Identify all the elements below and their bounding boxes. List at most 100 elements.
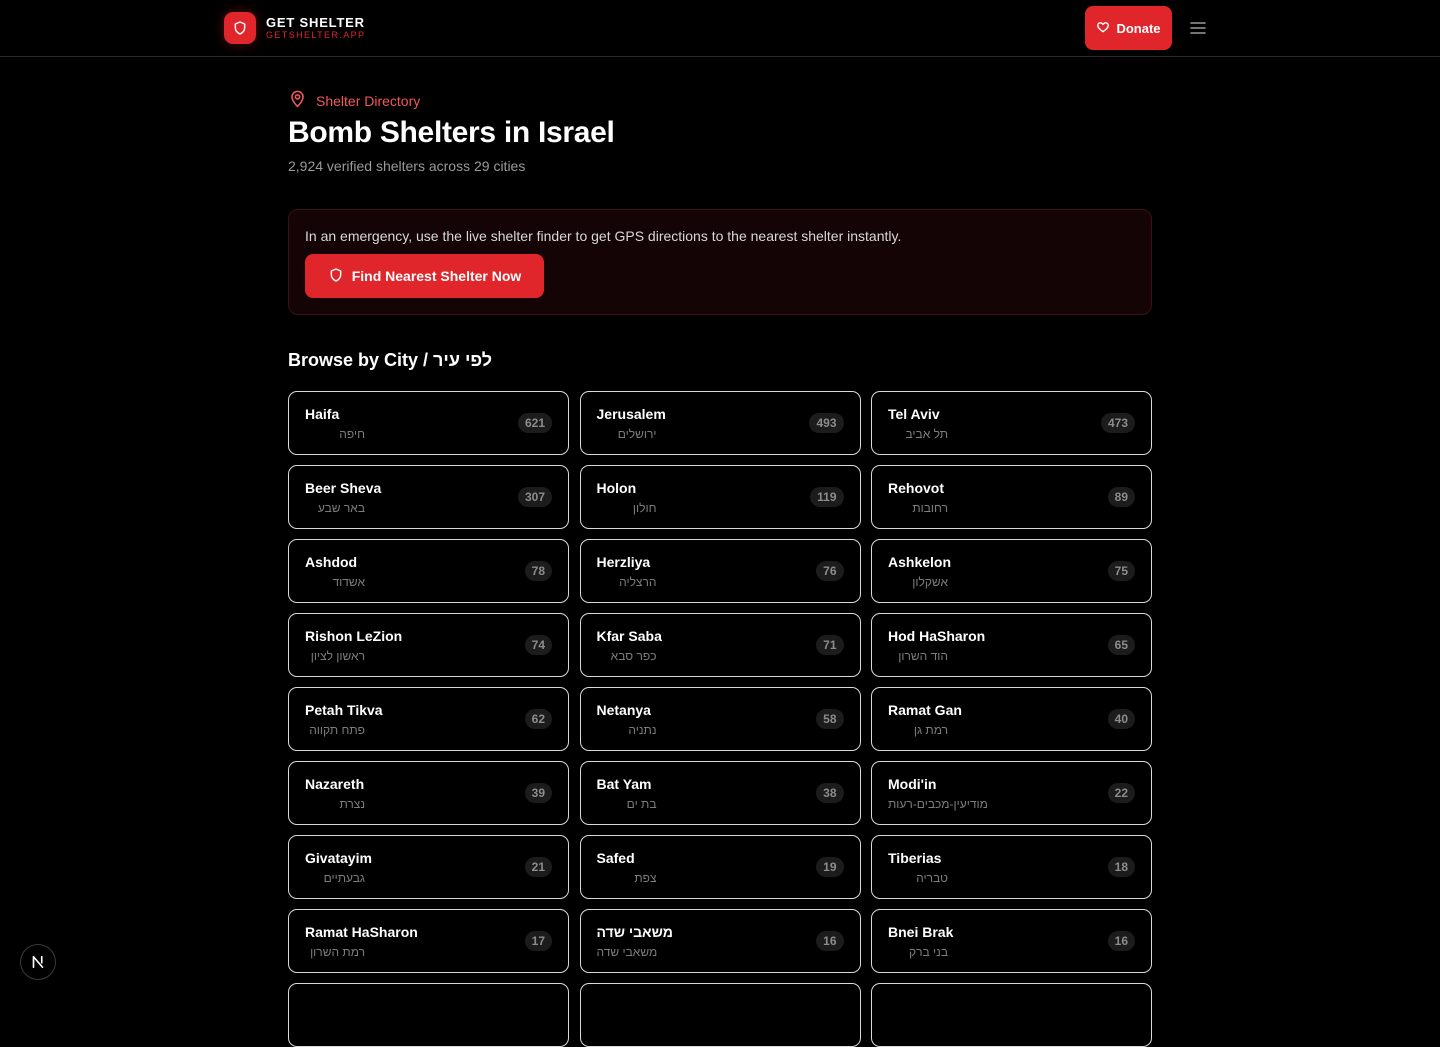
city-hebrew-name: חולון	[632, 501, 657, 515]
shield-icon	[328, 267, 344, 286]
city-name: Holon	[596, 480, 637, 496]
shelter-count-badge: 40	[1107, 709, 1135, 729]
shelter-count-badge: 22	[1107, 783, 1135, 803]
city-name: Tel Aviv	[888, 406, 940, 422]
shelter-count-badge: 76	[816, 561, 844, 581]
shelter-count-badge: 78	[524, 561, 552, 581]
shelter-count-badge: 307	[517, 487, 552, 507]
city-hebrew-name: אשקלון	[912, 575, 948, 589]
city-hebrew-name: טבריה	[916, 871, 948, 885]
city-name: Nazareth	[305, 776, 365, 792]
shelter-count-badge: 17	[524, 931, 552, 951]
find-nearest-shelter-button[interactable]: Find Nearest Shelter Now	[305, 254, 544, 298]
shelter-count-badge: 71	[816, 635, 844, 655]
city-hebrew-name: ראשון לציון	[310, 649, 365, 663]
city-name: Bnei Brak	[888, 924, 954, 940]
emergency-alert: In an emergency, use the live shelter fi…	[288, 209, 1152, 315]
city-card[interactable]: Hod HaSharon הוד השרון 65	[871, 613, 1152, 677]
city-card[interactable]: Ramat Gan רמת גן 40	[871, 687, 1152, 751]
city-card[interactable]: Rishon LeZion ראשון לציון 74	[288, 613, 569, 677]
breadcrumb: Shelter Directory	[288, 89, 420, 113]
city-name: Ashkelon	[888, 554, 952, 570]
city-hebrew-name: צפת	[634, 871, 657, 885]
city-card[interactable]: Ashkelon אשקלון 75	[871, 539, 1152, 603]
shelter-count-badge: 62	[524, 709, 552, 729]
city-card[interactable]: Herzliya הרצליה 76	[579, 539, 861, 603]
city-name: Bat Yam	[596, 776, 652, 792]
city-card[interactable]: Ramat HaSharon רמת השרון 17	[288, 909, 569, 973]
city-hebrew-name: הוד השרון	[898, 649, 948, 663]
city-card[interactable]	[871, 983, 1152, 1047]
city-name: Kfar Saba	[596, 628, 662, 644]
alert-text: In an emergency, use the live shelter fi…	[305, 228, 902, 244]
city-name: Petah Tikva	[305, 702, 383, 718]
city-card[interactable]: Bat Yam בת ים 38	[579, 761, 861, 825]
city-name: Haifa	[305, 406, 340, 422]
shelter-count-badge: 119	[810, 487, 844, 507]
city-card[interactable]: Kfar Saba כפר סבא 71	[579, 613, 861, 677]
city-card[interactable]: Tiberias טבריה 18	[871, 835, 1152, 899]
shelter-count-badge: 58	[816, 709, 844, 729]
city-hebrew-name: רמת השרון	[310, 945, 365, 959]
city-card[interactable]: Givatayim גבעתיים 21	[288, 835, 569, 899]
city-hebrew-name: נתניה	[628, 723, 657, 737]
city-card[interactable]: Rehovot רחובות 89	[871, 465, 1152, 529]
city-name: Netanya	[596, 702, 651, 718]
shelter-count-badge: 21	[524, 857, 552, 877]
city-card[interactable]: Ashdod אשדוד 78	[288, 539, 569, 603]
breadcrumb-label: Shelter Directory	[316, 93, 421, 109]
page-title: Bomb Shelters in Israel	[288, 116, 615, 149]
top-nav-bar: GET SHELTER GETSHELTER.APP Donate	[0, 0, 1440, 57]
brand-name: GET SHELTER	[266, 15, 365, 30]
city-card[interactable]: Jerusalem ירושלים 493	[579, 391, 861, 455]
shield-icon	[224, 12, 256, 44]
city-hebrew-name: רחובות	[912, 501, 948, 515]
city-card[interactable]: Safed צפת 19	[579, 835, 861, 899]
city-card[interactable]: משאבי שדה משאבי שדה 16	[579, 909, 861, 973]
city-card[interactable]	[579, 983, 861, 1047]
city-name: Givatayim	[305, 850, 372, 866]
nextjs-icon[interactable]	[20, 944, 56, 980]
donate-label: Donate	[1116, 20, 1161, 36]
donate-button[interactable]: Donate	[1085, 6, 1172, 50]
city-card[interactable]: Netanya נתניה 58	[579, 687, 861, 751]
find-nearest-shelter-label: Find Nearest Shelter Now	[351, 268, 522, 284]
city-hebrew-name: בני ברק	[909, 945, 948, 959]
shelter-count-badge: 473	[1100, 413, 1135, 433]
heart-icon	[1096, 20, 1110, 37]
city-card[interactable]: Holon חולון 119	[579, 465, 861, 529]
city-name: Rishon LeZion	[305, 628, 403, 644]
city-card[interactable]: Modi'in מודיעין-מכבים-רעות 22	[871, 761, 1152, 825]
city-hebrew-name: תל אביב	[905, 427, 948, 441]
city-name: Jerusalem	[596, 406, 666, 422]
city-card[interactable]: Bnei Brak בני ברק 16	[871, 909, 1152, 973]
city-hebrew-name: כפר סבא	[610, 649, 657, 663]
city-name: Hod HaSharon	[888, 628, 986, 644]
city-card[interactable]: Haifa חיפה 621	[288, 391, 569, 455]
city-name: Ramat Gan	[888, 702, 962, 718]
city-card[interactable]: Nazareth נצרת 39	[288, 761, 569, 825]
shelter-count-badge: 38	[816, 783, 844, 803]
city-name: משאבי שדה	[596, 924, 673, 940]
city-hebrew-name: באר שבע	[317, 501, 365, 515]
city-card[interactable]: Petah Tikva פתח תקווה 62	[288, 687, 569, 751]
map-pin-icon	[288, 89, 307, 113]
hamburger-menu-icon[interactable]	[1186, 16, 1210, 40]
city-name: Tiberias	[888, 850, 942, 866]
city-card[interactable]: Beer Sheva באר שבע 307	[288, 465, 569, 529]
city-name: Rehovot	[888, 480, 944, 496]
shelter-count-badge: 493	[809, 413, 844, 433]
shelter-count-badge: 19	[816, 857, 844, 877]
brand-home-link[interactable]: GET SHELTER GETSHELTER.APP	[224, 12, 365, 44]
browse-by-city-heading: Browse by City / לפי עיר	[288, 350, 493, 370]
city-card[interactable]: Tel Aviv תל אביב 473	[871, 391, 1152, 455]
city-name: Ramat HaSharon	[305, 924, 418, 940]
city-hebrew-name: ירושלים	[617, 427, 657, 441]
shelter-count-badge: 16	[816, 931, 844, 951]
city-card[interactable]	[288, 983, 569, 1047]
city-hebrew-name: הרצליה	[619, 575, 657, 589]
city-name: Beer Sheva	[305, 480, 382, 496]
shelter-count-badge: 39	[524, 783, 552, 803]
brand-domain: GETSHELTER.APP	[266, 30, 366, 40]
city-hebrew-name: גבעתיים	[323, 871, 365, 885]
